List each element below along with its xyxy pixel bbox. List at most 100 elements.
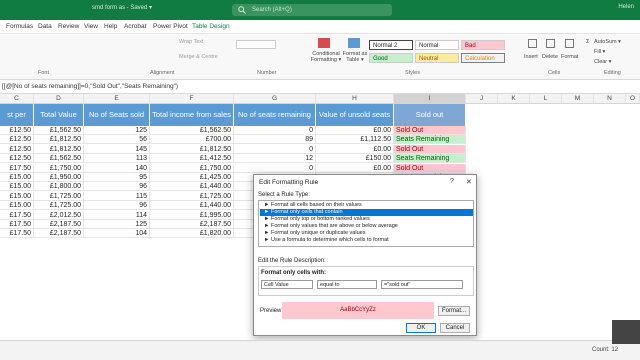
autosum-button[interactable]: AutoSum ▾ xyxy=(594,39,621,45)
table-cell[interactable]: £1,440.00 xyxy=(150,201,234,211)
table-cell[interactable]: £0.00 xyxy=(316,163,394,173)
table-cell[interactable]: £15.00 xyxy=(0,191,34,201)
table-header[interactable]: st per seat xyxy=(0,104,34,141)
table-cell[interactable]: Sold Out xyxy=(394,144,466,154)
style-good[interactable]: Good xyxy=(369,53,413,63)
close-icon[interactable]: ✕ xyxy=(466,178,472,186)
style-normal2[interactable]: Normal 2 xyxy=(369,40,413,50)
table-cell[interactable]: £12.50 xyxy=(0,144,34,154)
table-cell[interactable]: 0 xyxy=(234,126,316,135)
table-cell[interactable]: £1,112.50 xyxy=(316,135,394,145)
col-header-l[interactable]: L xyxy=(530,94,562,104)
table-cell[interactable]: £1,812.50 xyxy=(34,135,84,145)
rule-option[interactable]: ► Use a formula to determine which cells… xyxy=(260,237,473,244)
col-header-m[interactable]: M xyxy=(562,94,594,104)
rule-option-selected[interactable]: ► Format only cells that contain xyxy=(260,209,473,216)
table-cell[interactable]: £1,562.50 xyxy=(34,154,84,164)
table-header[interactable]: Sold out xyxy=(394,104,466,126)
table-cell[interactable]: £15.00 xyxy=(0,201,34,211)
wrap-text-button[interactable]: Wrap Text xyxy=(179,39,204,45)
col-header-f[interactable]: F xyxy=(150,94,234,104)
number-format-dropdown[interactable] xyxy=(236,40,276,49)
table-cell[interactable]: Sold Out xyxy=(394,126,466,135)
col-header-e[interactable]: E xyxy=(84,94,150,104)
col-header-j[interactable]: J xyxy=(466,94,498,104)
format-button[interactable]: Format xyxy=(561,54,578,60)
table-cell[interactable]: £1,425.00 xyxy=(150,173,234,182)
table-cell[interactable]: 115 xyxy=(84,191,150,201)
table-header[interactable]: No of Seats sold xyxy=(84,104,150,126)
style-bad[interactable]: Bad xyxy=(461,40,505,50)
table-cell[interactable]: £1,820.00 xyxy=(150,229,234,239)
table-cell[interactable]: 95 xyxy=(84,173,150,182)
table-cell[interactable]: 0 xyxy=(234,163,316,173)
help-icon[interactable]: ? xyxy=(450,178,454,185)
insert-button[interactable]: Insert xyxy=(524,54,538,60)
table-cell[interactable]: 114 xyxy=(84,210,150,220)
table-cell[interactable]: 113 xyxy=(84,154,150,164)
style-neutral[interactable]: Neutral xyxy=(415,53,459,63)
tab-review[interactable]: Review xyxy=(58,23,79,30)
ok-button[interactable]: OK xyxy=(406,323,436,333)
rule-option[interactable]: ► Format only top or bottom ranked value… xyxy=(260,216,473,223)
table-cell[interactable]: £15.00 xyxy=(0,182,34,192)
rule-type-list[interactable]: ► Format all cells based on their values… xyxy=(258,200,474,247)
style-normal[interactable]: Normal xyxy=(415,40,459,50)
table-cell[interactable]: £1,412.50 xyxy=(150,154,234,164)
table-cell[interactable]: £1,995.00 xyxy=(150,210,234,220)
table-cell[interactable]: £15.00 xyxy=(0,173,34,182)
delete-button[interactable]: Delete xyxy=(542,54,558,60)
tab-view[interactable]: View xyxy=(84,23,98,30)
table-cell[interactable]: £1,725.00 xyxy=(150,191,234,201)
table-cell[interactable]: Seats Remaining xyxy=(394,135,466,145)
table-cell[interactable]: £12.50 xyxy=(0,126,34,135)
tab-acrobat[interactable]: Acrobat xyxy=(124,23,146,30)
table-cell[interactable]: £1,562.50 xyxy=(150,126,234,135)
cell-value-dropdown[interactable]: Cell Value xyxy=(261,280,313,289)
rule-option[interactable]: ► Format only unique or duplicate values xyxy=(260,230,473,237)
table-cell[interactable]: 125 xyxy=(84,126,150,135)
clear-button[interactable]: Clear ▾ xyxy=(594,59,611,65)
table-cell[interactable]: 0 xyxy=(234,144,316,154)
table-cell[interactable]: £1,800.00 xyxy=(34,182,84,192)
table-cell[interactable]: £1,562.50 xyxy=(34,126,84,135)
table-cell[interactable]: 125 xyxy=(84,220,150,229)
merge-center-button[interactable]: Merge & Centre xyxy=(179,54,218,60)
table-cell[interactable]: £2,012.50 xyxy=(34,210,84,220)
value-input[interactable]: ="sold out" xyxy=(381,280,463,289)
fill-button[interactable]: Fill ▾ xyxy=(594,49,605,55)
table-cell[interactable]: £17.50 xyxy=(0,220,34,229)
table-header[interactable]: Value of unsold seats xyxy=(316,104,394,126)
rule-option[interactable]: ► Format all cells based on their values xyxy=(260,202,473,209)
user-name[interactable]: Helen xyxy=(618,4,634,10)
table-cell[interactable]: £1,812.50 xyxy=(34,144,84,154)
table-cell[interactable]: 140 xyxy=(84,163,150,173)
table-cell[interactable]: £0.00 xyxy=(316,126,394,135)
table-cell[interactable]: £1,950.00 xyxy=(34,173,84,182)
format-button[interactable]: Format... xyxy=(438,306,470,316)
table-cell[interactable]: £1,725.00 xyxy=(34,201,84,211)
table-cell[interactable]: £1,812.50 xyxy=(150,144,234,154)
col-header-o[interactable]: O xyxy=(626,94,640,104)
format-as-table-button[interactable]: Format as Table ▾ xyxy=(340,51,370,63)
tab-data[interactable]: Data xyxy=(38,23,52,30)
tab-formulas[interactable]: Formulas xyxy=(6,23,33,30)
formula-bar[interactable]: [[@[No of seats remaining]]=0,"Sold Out"… xyxy=(0,80,640,94)
table-cell[interactable]: Sold Out xyxy=(394,163,466,173)
table-header[interactable]: Total Value xyxy=(34,104,84,126)
table-cell[interactable]: 145 xyxy=(84,144,150,154)
document-title[interactable]: smd form as - Saved ▾ xyxy=(92,4,152,11)
table-header[interactable]: No of seats remaining xyxy=(234,104,316,126)
table-cell[interactable]: 96 xyxy=(84,201,150,211)
table-cell[interactable]: £1,725.00 xyxy=(34,191,84,201)
table-cell[interactable]: £0.00 xyxy=(316,144,394,154)
col-header-d[interactable]: D xyxy=(34,94,84,104)
col-header-n[interactable]: N xyxy=(594,94,626,104)
table-cell[interactable]: 56 xyxy=(84,135,150,145)
table-cell[interactable]: £17.50 xyxy=(0,163,34,173)
table-cell[interactable]: £2,187.50 xyxy=(34,229,84,239)
search-box[interactable]: Search (Alt+Q) xyxy=(232,4,392,16)
col-header-i[interactable]: I xyxy=(394,94,466,104)
table-cell[interactable]: £17.50 xyxy=(0,229,34,239)
operator-dropdown[interactable]: equal to xyxy=(317,280,377,289)
